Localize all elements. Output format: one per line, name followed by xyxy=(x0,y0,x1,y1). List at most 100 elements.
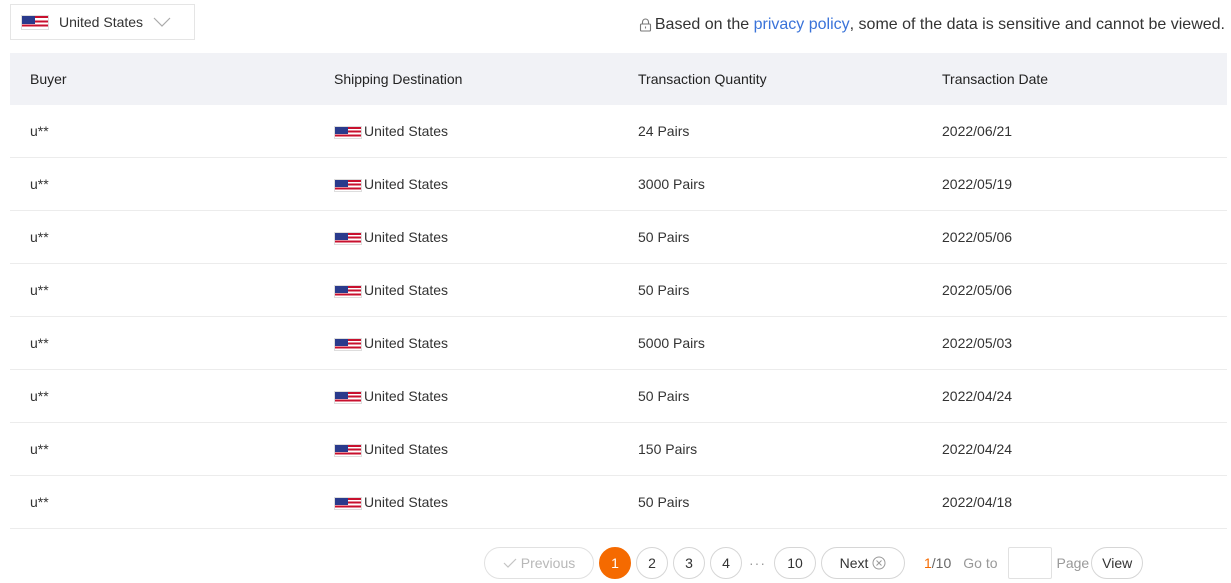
cell-quantity: 50 Pairs xyxy=(618,369,922,423)
privacy-notice: Based on the privacy policy, some of the… xyxy=(639,16,1225,34)
cell-destination: United States xyxy=(314,422,618,476)
cell-quantity: 50 Pairs xyxy=(618,210,922,264)
table-row: u** United States 150 Pairs 2022/04/24 xyxy=(10,422,1227,476)
cell-buyer: u** xyxy=(10,422,314,476)
previous-label: Previous xyxy=(520,555,576,571)
pagination: Previous 1 2 3 4 ··· 10 Next 1/10 Go to … xyxy=(484,546,1144,580)
country-select[interactable]: United States xyxy=(10,4,195,40)
previous-button[interactable]: Previous xyxy=(484,547,594,579)
table-row: u** United States 3000 Pairs 2022/05/19 xyxy=(10,157,1227,211)
country-select-label: United States xyxy=(59,14,144,30)
cell-buyer-text: u** xyxy=(30,176,49,192)
cell-buyer-text: u** xyxy=(30,282,49,298)
cell-destination: United States xyxy=(314,263,618,317)
cell-buyer-text: u** xyxy=(30,335,49,351)
cell-quantity: 150 Pairs xyxy=(618,422,922,476)
privacy-suffix: , some of the data is sensitive and cann… xyxy=(849,16,1225,33)
goto-page-input[interactable] xyxy=(1007,547,1052,579)
privacy-prefix: Based on the xyxy=(654,16,750,33)
cell-date-text: 2022/05/03 xyxy=(942,335,1013,351)
cell-buyer-text: u** xyxy=(30,388,49,404)
us-flag-icon xyxy=(334,125,362,139)
cell-quantity-text: 50 Pairs xyxy=(638,229,690,245)
header-transaction-quantity: Transaction Quantity xyxy=(618,53,922,105)
cell-quantity: 5000 Pairs xyxy=(618,316,922,370)
cell-quantity-text: 50 Pairs xyxy=(638,282,690,298)
cell-destination-text: United States xyxy=(364,123,449,139)
lock-icon xyxy=(639,18,651,32)
header-shipping-destination: Shipping Destination xyxy=(314,53,618,105)
cell-date-text: 2022/04/18 xyxy=(942,494,1013,510)
page-button-3[interactable]: 3 xyxy=(673,547,705,579)
header-buyer: Buyer xyxy=(10,53,314,105)
cell-date-text: 2022/04/24 xyxy=(942,441,1013,457)
cell-date-text: 2022/04/24 xyxy=(942,388,1013,404)
us-flag-icon xyxy=(334,284,362,298)
cell-buyer-text: u** xyxy=(30,494,49,510)
table-row: u** United States 50 Pairs 2022/05/06 xyxy=(10,263,1227,317)
us-flag-icon xyxy=(334,390,362,404)
pagination-ellipsis: ··· xyxy=(749,555,766,571)
cell-date-text: 2022/05/06 xyxy=(942,282,1013,298)
cell-date-text: 2022/05/06 xyxy=(942,229,1013,245)
cell-destination: United States xyxy=(314,105,618,158)
cell-buyer: u** xyxy=(10,263,314,317)
page-button-2[interactable]: 2 xyxy=(636,547,668,579)
cell-destination: United States xyxy=(314,210,618,264)
page-count: 1/10 xyxy=(924,555,951,571)
cell-date: 2022/05/06 xyxy=(922,210,1227,264)
header-transaction-date: Transaction Date xyxy=(922,53,1227,105)
page-label: Page xyxy=(1056,555,1090,571)
cell-quantity-text: 5000 Pairs xyxy=(638,335,705,351)
cell-destination-text: United States xyxy=(364,441,449,457)
table-row: u** United States 50 Pairs 2022/05/06 xyxy=(10,210,1227,264)
cell-quantity-text: 3000 Pairs xyxy=(638,176,705,192)
page-button-1[interactable]: 1 xyxy=(599,547,631,579)
cell-date: 2022/05/03 xyxy=(922,316,1227,370)
cell-date: 2022/05/19 xyxy=(922,157,1227,211)
cell-quantity: 24 Pairs xyxy=(618,105,922,158)
total-pages: /10 xyxy=(931,555,952,571)
cell-buyer: u** xyxy=(10,475,314,529)
us-flag-icon xyxy=(334,443,362,457)
us-flag-icon xyxy=(334,496,362,510)
cell-destination-text: United States xyxy=(364,335,449,351)
privacy-policy-link[interactable]: privacy policy xyxy=(754,16,850,34)
us-flag-icon xyxy=(334,231,362,245)
page-button-4[interactable]: 4 xyxy=(710,547,742,579)
cell-quantity-text: 24 Pairs xyxy=(638,123,690,139)
current-page: 1 xyxy=(924,555,932,571)
cell-destination-text: United States xyxy=(364,229,449,245)
page-button-10[interactable]: 10 xyxy=(774,547,816,579)
cell-date-text: 2022/06/21 xyxy=(942,123,1013,139)
cell-destination-text: United States xyxy=(364,176,449,192)
us-flag-icon xyxy=(21,14,49,30)
cell-buyer-text: u** xyxy=(30,441,49,457)
cell-date: 2022/04/18 xyxy=(922,475,1227,529)
next-label: Next xyxy=(839,555,869,571)
us-flag-icon xyxy=(334,178,362,192)
goto-label: Go to xyxy=(963,555,998,571)
cell-destination-text: United States xyxy=(364,494,449,510)
us-flag-icon xyxy=(334,337,362,351)
chevron-down-icon xyxy=(153,17,171,27)
cell-destination-text: United States xyxy=(364,388,449,404)
view-button[interactable]: View xyxy=(1091,547,1144,579)
cell-buyer-text: u** xyxy=(30,123,49,139)
cell-destination: United States xyxy=(314,157,618,211)
cell-destination: United States xyxy=(314,475,618,529)
cell-quantity-text: 150 Pairs xyxy=(638,441,698,457)
cell-quantity: 50 Pairs xyxy=(618,475,922,529)
cell-date: 2022/04/24 xyxy=(922,422,1227,476)
cell-buyer: u** xyxy=(10,105,314,158)
table-row: u** United States 24 Pairs 2022/06/21 xyxy=(10,105,1227,158)
cell-date: 2022/05/06 xyxy=(922,263,1227,317)
cell-date: 2022/04/24 xyxy=(922,369,1227,423)
cell-quantity-text: 50 Pairs xyxy=(638,494,690,510)
table-row: u** United States 50 Pairs 2022/04/24 xyxy=(10,369,1227,423)
cell-destination: United States xyxy=(314,369,618,423)
cell-buyer: u** xyxy=(10,316,314,370)
cell-quantity: 50 Pairs xyxy=(618,263,922,317)
next-button[interactable]: Next xyxy=(821,547,905,579)
table-header-row: Buyer Shipping Destination Transaction Q… xyxy=(10,53,1227,105)
